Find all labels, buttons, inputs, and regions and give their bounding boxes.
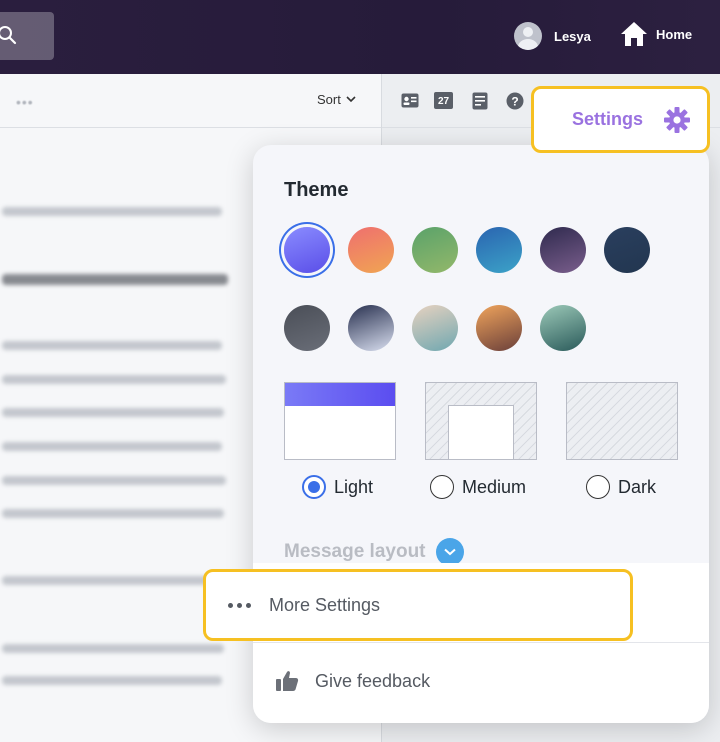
- home-icon: [621, 22, 647, 46]
- list-item[interactable]: [2, 408, 224, 417]
- top-bar: Lesya Home: [0, 0, 720, 74]
- give-feedback-button[interactable]: Give feedback: [275, 670, 430, 692]
- message-layout-section[interactable]: Message layout: [284, 538, 464, 566]
- search-icon: [0, 26, 17, 45]
- settings-label: Settings: [572, 109, 644, 129]
- light-mode-preview[interactable]: [284, 382, 396, 460]
- svg-text:?: ?: [511, 95, 518, 109]
- theme-swatch-desert[interactable]: [476, 305, 522, 351]
- calendar-day: 27: [437, 96, 450, 107]
- list-item[interactable]: [2, 274, 228, 285]
- more-horizontal-icon: [228, 602, 251, 608]
- light-mode-option[interactable]: Light: [302, 475, 373, 499]
- list-item[interactable]: [2, 509, 224, 518]
- theme-swatch-lake[interactable]: [540, 305, 586, 351]
- light-label: Light: [334, 476, 374, 497]
- list-item[interactable]: [2, 476, 226, 485]
- list-item[interactable]: [2, 644, 224, 653]
- list-item[interactable]: [2, 442, 222, 451]
- dark-label: Dark: [618, 476, 657, 497]
- medium-radio[interactable]: [430, 475, 454, 499]
- user-name: Lesya: [554, 28, 591, 44]
- theme-swatch-green[interactable]: [412, 227, 458, 273]
- give-feedback-label: Give feedback: [315, 670, 431, 691]
- list-item[interactable]: [2, 207, 222, 216]
- medium-label: Medium: [462, 476, 527, 497]
- theme-swatch-sunset[interactable]: [348, 227, 394, 273]
- dark-mode-option[interactable]: Dark: [586, 475, 656, 499]
- home-label: Home: [656, 26, 693, 42]
- search-button[interactable]: [0, 12, 54, 60]
- chevron-down-icon: [346, 96, 356, 103]
- dark-mode-preview[interactable]: [566, 382, 678, 460]
- more-settings-label: More Settings: [269, 594, 381, 615]
- theme-swatch-charcoal[interactable]: [284, 305, 330, 351]
- sort-button[interactable]: Sort: [317, 92, 356, 107]
- list-toolbar: ••• Sort: [0, 74, 381, 128]
- user-menu[interactable]: Lesya: [514, 22, 591, 50]
- settings-button[interactable]: Settings: [531, 86, 710, 153]
- chevron-down-icon[interactable]: [435, 538, 464, 566]
- medium-mode-option[interactable]: Medium: [430, 475, 526, 499]
- dark-radio[interactable]: [586, 475, 610, 499]
- list-item[interactable]: [2, 676, 222, 685]
- theme-title: Theme: [284, 179, 349, 201]
- list-item[interactable]: [2, 375, 226, 384]
- notepad-icon[interactable]: [472, 92, 488, 110]
- theme-swatch-dusk[interactable]: [540, 227, 586, 273]
- thumbs-up-icon: [276, 671, 299, 691]
- theme-swatch-navy[interactable]: [604, 227, 650, 273]
- more-horizontal-icon[interactable]: •••: [16, 94, 34, 110]
- home-button[interactable]: Home: [620, 21, 692, 47]
- help-icon[interactable]: ?: [506, 92, 524, 110]
- theme-swatch-camper[interactable]: [412, 305, 458, 351]
- light-radio[interactable]: [302, 475, 326, 499]
- avatar: [514, 22, 542, 50]
- more-settings-button[interactable]: More Settings: [203, 569, 633, 641]
- theme-swatch-purple[interactable]: [284, 227, 330, 273]
- list-item[interactable]: [2, 341, 222, 350]
- gear-icon: [664, 106, 690, 133]
- sort-label: Sort: [317, 92, 341, 107]
- contact-card-icon[interactable]: [401, 93, 419, 108]
- theme-swatch-ocean[interactable]: [476, 227, 522, 273]
- divider: [253, 642, 709, 643]
- message-layout-label: Message layout: [284, 541, 426, 562]
- theme-swatch-mountains[interactable]: [348, 305, 394, 351]
- calendar-icon[interactable]: 27: [434, 92, 453, 109]
- medium-mode-preview[interactable]: [425, 382, 537, 460]
